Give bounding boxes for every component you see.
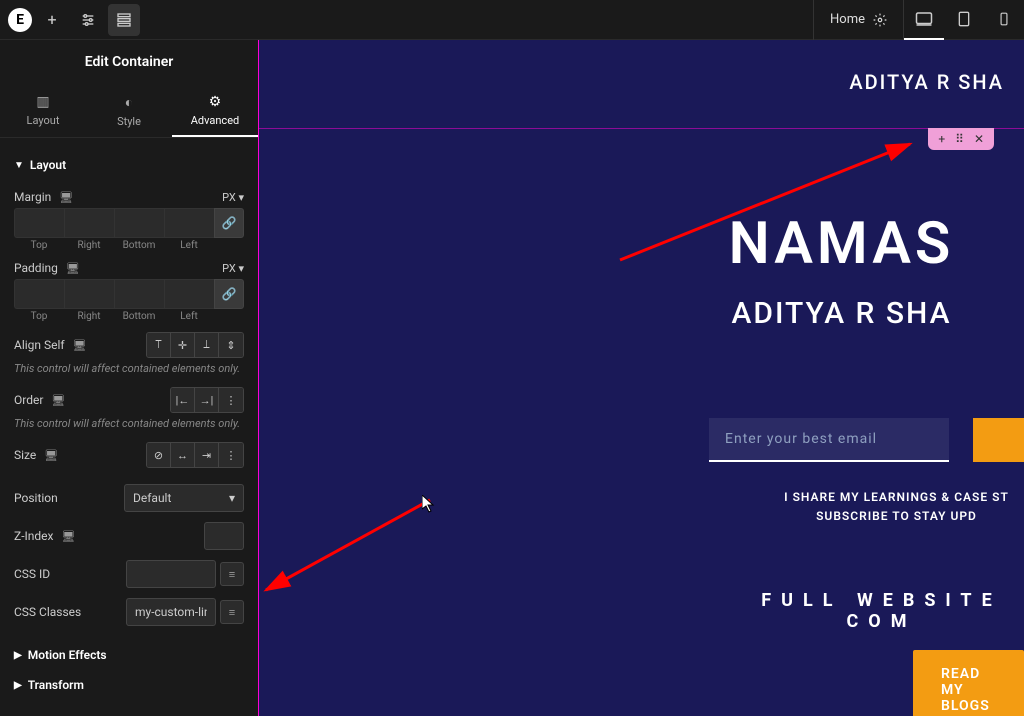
email-field[interactable] [709,418,949,462]
brand-top-text: ADITYA R SHA [849,70,1004,94]
settings-icon[interactable] [72,4,104,36]
size-grow-icon[interactable]: ↔ [171,443,195,467]
close-icon[interactable]: ✕ [974,132,984,146]
coming-soon-text: FULL WEBSITE COM [739,590,1024,632]
responsive-icon[interactable]: 🖥 [66,262,80,275]
sidebar-title: Edit Container [0,40,258,84]
device-tablet-icon[interactable] [944,0,984,40]
responsive-icon[interactable]: 🖥 [51,394,65,407]
margin-right-input[interactable] [64,208,114,238]
margin-label: Margin [14,190,51,204]
responsive-icon[interactable]: 🖥 [61,530,75,543]
position-label: Position [14,491,58,505]
subscribe-row [709,418,1024,462]
cssid-label: CSS ID [14,567,50,581]
dynamic-icon[interactable]: ≡ [220,562,244,586]
zindex-label: Z-Index [14,529,53,543]
align-self-group: ⟙ ✛ ⟘ ⇕ [146,332,244,358]
padding-left-input[interactable] [164,279,214,309]
elementor-logo[interactable]: E [8,8,32,32]
caret-right-icon: ▶ [14,650,22,661]
read-blogs-button[interactable]: READ MY BLOGS [913,650,1024,716]
gear-icon: ⚙ [172,94,258,110]
editor-sidebar: Edit Container ▥ Layout ◐ Style ⚙ Advanc… [0,40,258,716]
padding-unit-select[interactable]: PX ▾ [222,262,244,275]
section-layout[interactable]: ▼ Layout [14,150,244,180]
responsive-icon[interactable]: 🖥 [44,449,58,462]
size-more-icon[interactable]: ⋮ [219,443,243,467]
order-note: This control will affect contained eleme… [14,417,244,430]
align-end-icon[interactable]: ⟘ [195,333,219,357]
navigator-icon[interactable] [108,4,140,36]
cssclasses-label: CSS Classes [14,605,81,619]
tab-style[interactable]: ◐ Style [86,84,172,137]
size-label: Size [14,448,36,462]
canvas-inner: ADITYA R SHA + ⠿ ✕ NAMAS ADITYA R SHA I … [258,40,1024,716]
main-area: Edit Container ▥ Layout ◐ Style ⚙ Advanc… [0,40,1024,716]
padding-top-input[interactable] [14,279,64,309]
editor-tabs: ▥ Layout ◐ Style ⚙ Advanced [0,84,258,138]
align-stretch-icon[interactable]: ⇕ [219,333,243,357]
topbar-left: E + [0,4,140,36]
layout-icon: ▥ [0,94,86,110]
chevron-down-icon: ▾ [229,491,235,505]
topbar-right: Home [813,0,1024,39]
properties-panel: ▼ Layout Margin 🖥 PX ▾ 🔗 Top Right [0,138,258,716]
size-shrink-icon[interactable]: ⇥ [195,443,219,467]
hero-heading: NAMAS [659,210,1024,278]
size-none-icon[interactable]: ⊘ [147,443,171,467]
responsive-icon[interactable]: 🖥 [59,191,73,204]
padding-label: Padding [14,261,58,275]
hero-text: NAMAS ADITYA R SHA [659,210,1024,331]
page-name-label: Home [830,12,865,27]
tab-layout[interactable]: ▥ Layout [0,84,86,137]
margin-bottom-input[interactable] [114,208,164,238]
tab-advanced[interactable]: ⚙ Advanced [172,84,258,137]
top-bar: E + Home [0,0,1024,40]
gear-icon [873,13,887,27]
zindex-input[interactable] [204,522,244,550]
align-self-label: Align Self [14,338,65,352]
align-note: This control will affect contained eleme… [14,362,244,375]
style-icon: ◐ [86,94,172,111]
responsive-icon[interactable]: 🖥 [73,339,87,352]
add-widget-button[interactable]: + [36,4,68,36]
margin-left-input[interactable] [164,208,214,238]
subscribe-button[interactable] [973,418,1024,462]
link-values-icon[interactable]: 🔗 [214,279,244,309]
hero-subheading: ADITYA R SHA [659,296,1024,331]
margin-unit-select[interactable]: PX ▾ [222,191,244,204]
order-more-icon[interactable]: ⋮ [219,388,243,412]
padding-bottom-input[interactable] [114,279,164,309]
position-select[interactable]: Default ▾ [124,484,244,512]
size-group: ⊘ ↔ ⇥ ⋮ [146,442,244,468]
caret-right-icon: ▶ [14,680,22,691]
container-outline [259,128,1024,129]
order-label: Order [14,393,43,407]
section-transform[interactable]: ▶ Transform [14,670,244,700]
preview-canvas[interactable]: ADITYA R SHA + ⠿ ✕ NAMAS ADITYA R SHA I … [258,40,1024,716]
drag-handle-icon[interactable]: ⠿ [955,132,964,146]
section-motion-effects[interactable]: ▶ Motion Effects [14,640,244,670]
add-section-icon[interactable]: + [938,132,945,146]
order-group: |← →| ⋮ [170,387,244,413]
dynamic-icon[interactable]: ≡ [220,600,244,624]
order-end-icon[interactable]: →| [195,388,219,412]
device-mobile-icon[interactable] [984,0,1024,40]
tagline-text: I SHARE MY LEARNINGS & CASE ST SUBSCRIBE… [779,488,1014,526]
container-toolbar: + ⠿ ✕ [928,128,994,150]
padding-right-input[interactable] [64,279,114,309]
cssclasses-input[interactable] [126,598,216,626]
align-center-icon[interactable]: ✛ [171,333,195,357]
device-desktop-icon[interactable] [904,0,944,40]
caret-down-icon: ▼ [14,160,24,171]
cssid-input[interactable] [126,560,216,588]
align-start-icon[interactable]: ⟙ [147,333,171,357]
order-start-icon[interactable]: |← [171,388,195,412]
page-name-link[interactable]: Home [814,0,903,39]
link-values-icon[interactable]: 🔗 [214,208,244,238]
margin-top-input[interactable] [14,208,64,238]
